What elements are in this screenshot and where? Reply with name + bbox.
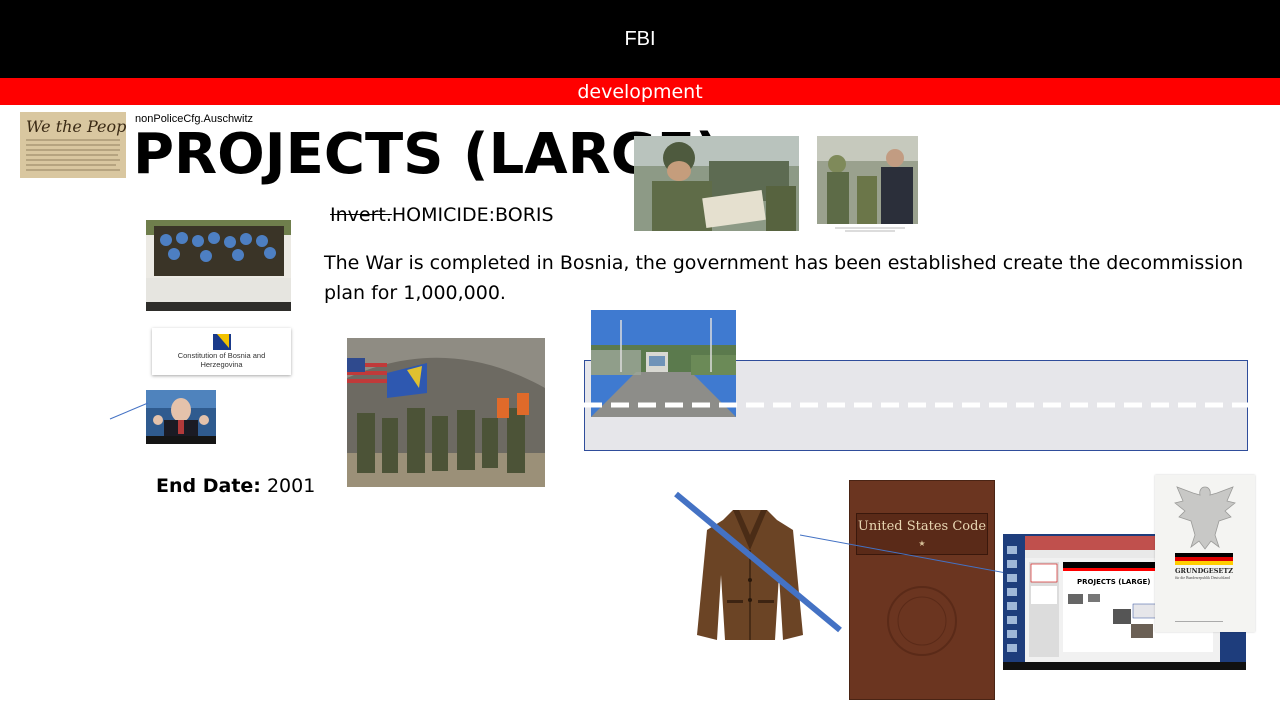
end-date: End Date: 2001 — [156, 475, 315, 497]
dashed-line — [584, 402, 1248, 408]
officials-photo — [817, 136, 918, 224]
grundgesetz-title: GRUNDGESETZ — [1175, 567, 1233, 575]
grundgesetz-footer-line — [1175, 621, 1223, 622]
banner-label: development — [577, 80, 703, 103]
end-date-value: 2001 — [266, 475, 316, 497]
grundgesetz-subtitle: für die Bundesrepublik Deutschland — [1175, 576, 1230, 580]
header-title: FBI — [624, 27, 656, 50]
constitution-bosnia-card: Constitution of Bosnia and Herzegovina — [152, 328, 291, 375]
connector-line-left — [109, 402, 149, 420]
officials-photo-caption — [830, 226, 910, 234]
soldiers-map-photo — [634, 136, 799, 231]
homicide-text: HOMICIDE:BORIS — [391, 204, 554, 226]
constitution-card-text: Constitution of Bosnia and Herzegovina — [177, 351, 266, 369]
homicide-struck-text: Invert. — [330, 204, 392, 226]
bosnia-flag-icon — [212, 334, 231, 350]
speaker-photo — [146, 390, 216, 444]
german-flag-stripes — [1175, 553, 1233, 565]
troops-aircraft-photo — [347, 338, 545, 487]
header-bar: FBI — [0, 0, 1280, 78]
grundgesetz-card: GRUNDGESETZ für die Bundesrepublik Deuts… — [1155, 475, 1255, 632]
truck-soldiers-photo — [146, 220, 291, 311]
svg-text:We the People: We the People — [26, 117, 126, 136]
we-the-people-image: We the People — [20, 112, 126, 178]
end-date-label: End Date: — [156, 475, 261, 497]
eagle-emblem-icon — [1174, 486, 1236, 550]
slide-title: PROJECTS (LARGE) — [133, 122, 721, 187]
development-banner: development — [0, 78, 1280, 105]
screenshot-inner-title: PROJECTS (LARGE) — [1077, 578, 1151, 586]
homicide-label: Invert.HOMICIDE:BORIS — [330, 204, 554, 226]
body-text: The War is completed in Bosnia, the gove… — [324, 252, 1244, 304]
